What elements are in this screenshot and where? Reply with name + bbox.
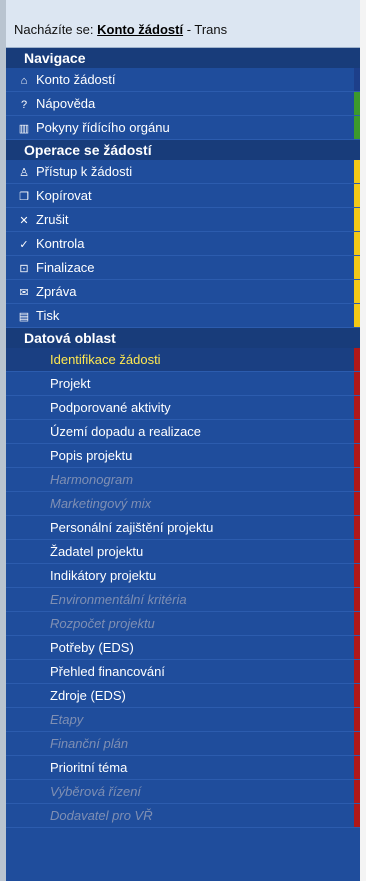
menu-item-kontrola[interactable]: ✓ Kontrola: [6, 232, 360, 256]
section-header-operations: Operace se žádostí: [6, 140, 360, 160]
menu-item-zprava[interactable]: ✉ Zpráva: [6, 280, 360, 304]
breadcrumb-link-konto[interactable]: Konto žádostí: [97, 22, 183, 37]
data-item-projekt[interactable]: Projekt: [6, 372, 360, 396]
navigation-panel: Nacházíte se: Konto žádostí - Trans Navi…: [6, 0, 360, 881]
data-item-etapy: Etapy: [6, 708, 360, 732]
data-item-prioritni-tema[interactable]: Prioritní téma: [6, 756, 360, 780]
data-item-prehled-financovani[interactable]: Přehled financování: [6, 660, 360, 684]
menu-item-label: Nápověda: [36, 96, 96, 111]
data-item-label: Přehled financování: [50, 664, 165, 679]
data-item-label: Environmentální kritéria: [50, 592, 187, 607]
data-item-marketingovy-mix: Marketingový mix: [6, 492, 360, 516]
print-icon: ▤: [18, 311, 30, 323]
data-item-label: Harmonogram: [50, 472, 134, 487]
data-item-popis-projektu[interactable]: Popis projektu: [6, 444, 360, 468]
data-item-rozpocet-projektu: Rozpočet projektu: [6, 612, 360, 636]
section-header-data-area: Datová oblast: [6, 328, 360, 348]
data-item-label: Popis projektu: [50, 448, 133, 463]
menu-item-pristup-k-zadosti[interactable]: ♙ Přístup k žádosti: [6, 160, 360, 184]
menu-item-label: Konto žádostí: [36, 72, 116, 87]
menu-item-kopirovat[interactable]: ❐ Kopírovat: [6, 184, 360, 208]
data-item-label: Projekt: [50, 376, 91, 391]
data-item-label: Personální zajištění projektu: [50, 520, 214, 535]
data-item-label: Prioritní téma: [50, 760, 128, 775]
data-item-label: Potřeby (EDS): [50, 640, 134, 655]
breadcrumb: Nacházíte se: Konto žádostí - Trans: [6, 0, 360, 48]
data-item-personalni-zajisteni-projektu[interactable]: Personální zajištění projektu: [6, 516, 360, 540]
menu-item-label: Tisk: [36, 308, 60, 323]
data-item-uzemi-dopadu-a-realizace[interactable]: Území dopadu a realizace: [6, 420, 360, 444]
menu-item-label: Přístup k žádosti: [36, 164, 133, 179]
book-icon: ▥: [18, 123, 30, 135]
section-header-navigation: Navigace: [6, 48, 360, 68]
data-item-indikatory-projektu[interactable]: Indikátory projektu: [6, 564, 360, 588]
message-icon: ✉: [19, 287, 29, 299]
menu-item-label: Zpráva: [36, 284, 77, 299]
menu-item-label: Finalizace: [36, 260, 95, 275]
data-area-list: Identifikace žádosti Projekt Podporované a…: [6, 348, 360, 828]
data-item-identifikace-zadosti[interactable]: Identifikace žádosti: [6, 348, 360, 372]
lock-icon: ⊡: [19, 263, 29, 275]
breadcrumb-prefix: Nacházíte se:: [14, 22, 94, 37]
check-icon: ✓: [19, 239, 29, 251]
data-item-label: Indikátory projektu: [50, 568, 157, 583]
data-item-label: Podporované aktivity: [50, 400, 171, 415]
menu-item-label: Kontrola: [36, 236, 85, 251]
data-item-vyberova-rizeni: Výběrová řízení: [6, 780, 360, 804]
menu-item-konto-zadosti[interactable]: ⌂ Konto žádostí: [6, 68, 360, 92]
data-item-label: Zdroje (EDS): [50, 688, 126, 703]
data-item-label: Žadatel projektu: [50, 544, 144, 559]
data-item-dodavatel-pro-vr: Dodavatel pro VŘ: [6, 804, 360, 828]
data-item-label: Výběrová řízení: [50, 784, 142, 799]
data-item-environmentalni-kriteria: Environmentální kritéria: [6, 588, 360, 612]
home-icon: ⌂: [20, 75, 28, 87]
help-icon: ?: [20, 99, 28, 111]
data-item-zdroje-eds[interactable]: Zdroje (EDS): [6, 684, 360, 708]
data-item-podporovane-aktivity[interactable]: Podporované aktivity: [6, 396, 360, 420]
menu-item-finalizace[interactable]: ⊡ Finalizace: [6, 256, 360, 280]
right-frame-shade: [360, 0, 366, 881]
data-item-potreby-eds[interactable]: Potřeby (EDS): [6, 636, 360, 660]
menu-item-label: Pokyny řídícího orgánu: [36, 120, 170, 135]
data-item-label: Etapy: [50, 712, 84, 727]
menu-item-label: Kopírovat: [36, 188, 92, 203]
cancel-icon: ✕: [19, 215, 29, 227]
menu-item-pokyny-ridiciho-organu[interactable]: ▥ Pokyny řídícího orgánu: [6, 116, 360, 140]
navigation-list: ⌂ Konto žádostí? Nápověda ▥ Pokyny řídícího …: [6, 68, 360, 140]
data-item-harmonogram: Harmonogram: [6, 468, 360, 492]
data-item-financni-plan: Finanční plán: [6, 732, 360, 756]
copy-icon: ❐: [19, 191, 29, 203]
data-item-label: Území dopadu a realizace: [50, 424, 202, 439]
data-item-label: Marketingový mix: [50, 496, 152, 511]
menu-item-tisk[interactable]: ▤ Tisk: [6, 304, 360, 328]
operations-list: ♙ Přístup k žádosti ❐ Kopírovat ✕ Zrušit ✓ Kont…: [6, 160, 360, 328]
side-menu-screen: Nacházíte se: Konto žádostí - Trans Navi…: [0, 0, 366, 881]
breadcrumb-suffix: - Trans: [186, 22, 228, 37]
data-item-label: Rozpočet projektu: [50, 616, 155, 631]
menu-item-label: Zrušit: [36, 212, 69, 227]
data-item-label: Dodavatel pro VŘ: [50, 808, 153, 823]
users-icon: ♙: [19, 167, 29, 179]
data-item-label: Finanční plán: [50, 736, 129, 751]
menu-item-napoveda[interactable]: ? Nápověda: [6, 92, 360, 116]
menu-item-zrusit[interactable]: ✕ Zrušit: [6, 208, 360, 232]
data-item-label: Identifikace žádosti: [50, 352, 161, 367]
data-item-zadatel-projektu[interactable]: Žadatel projektu: [6, 540, 360, 564]
